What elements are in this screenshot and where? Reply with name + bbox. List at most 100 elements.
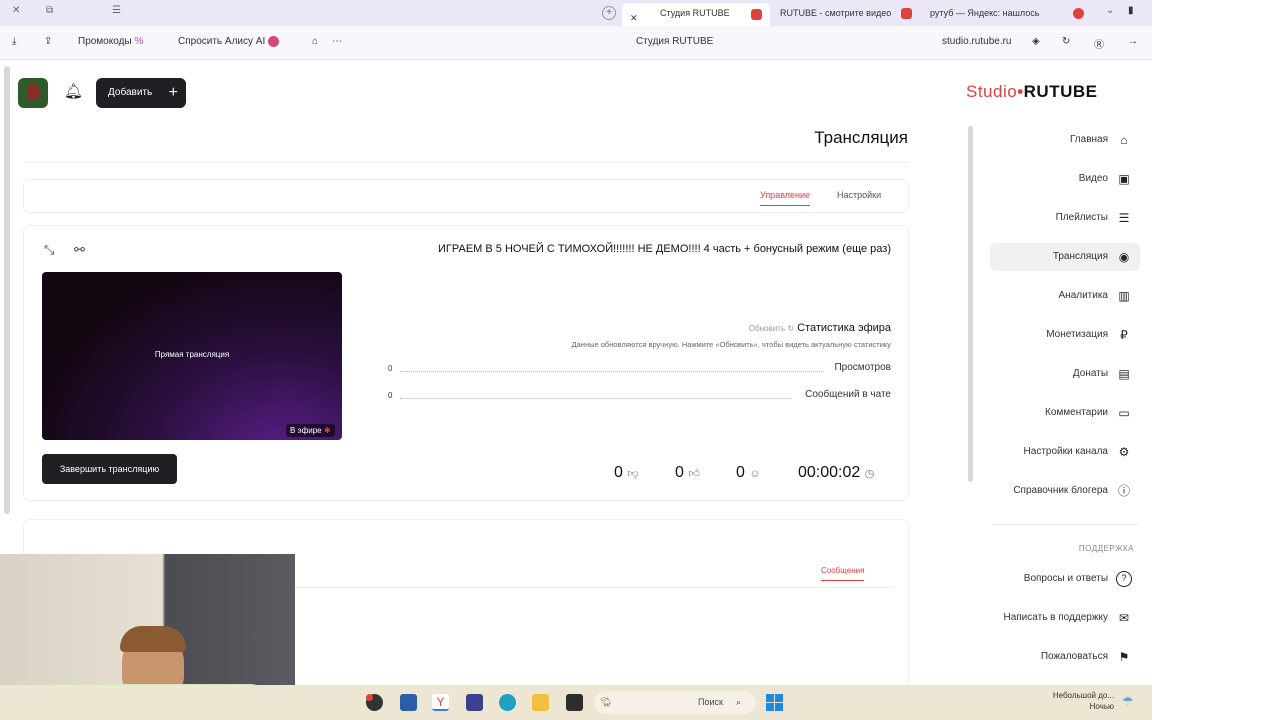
weather-line2: Ночью (1089, 702, 1114, 711)
dislike-icon: 👎︎ (627, 468, 639, 480)
sidebar-item-playlists[interactable]: Плейлисты ☰ (990, 204, 1140, 232)
comments-icon: ▭ (1118, 406, 1130, 420)
edge-icon[interactable] (499, 694, 516, 711)
live-badge-label: В эфире (290, 426, 322, 435)
bell-icon[interactable]: 🔔︎ (64, 82, 83, 100)
avatar[interactable] (18, 78, 48, 108)
sidebar-item-label: Трансляция (1052, 251, 1108, 262)
preview-label: Прямая трансляция (154, 350, 230, 359)
new-tab-icon[interactable]: + (602, 6, 616, 20)
views-value: 0 (388, 364, 393, 373)
sidebar-item-home[interactable]: Главная ⌂ (990, 126, 1140, 154)
clock-icon: ◷ (864, 468, 875, 480)
sidebar-item-donations[interactable]: Донаты ▤ (990, 360, 1140, 388)
add-button[interactable]: Добавить + (96, 78, 186, 108)
ask-alice-button[interactable]: Спросить Алису AI (178, 36, 280, 47)
sidebar-item-report[interactable]: Пожаловаться ⚑ (990, 643, 1140, 671)
folder-icon[interactable] (532, 694, 549, 711)
menu-icon[interactable]: ☰ (112, 5, 121, 16)
yandex-browser-taskbar-icon[interactable]: Y (432, 694, 449, 711)
yandex-favicon-icon (1073, 8, 1084, 19)
close-window-icon[interactable]: ✕ (12, 5, 20, 16)
back-arrow-icon[interactable]: → (1128, 36, 1138, 47)
tabs-card: Управление Настройки (24, 180, 908, 212)
analytics-icon: ▥ (1118, 289, 1130, 303)
sidebar-item-analytics[interactable]: Аналитика ▥ (990, 282, 1140, 310)
bookmark-icon[interactable]: ⌂ (312, 36, 318, 47)
plus-icon: + (168, 84, 178, 101)
promocodes-button[interactable]: Промокоды % (78, 36, 143, 47)
refresh-icon: ↻ (787, 324, 795, 333)
video-icon: ▣ (1118, 172, 1130, 186)
shield-icon[interactable]: ◈ (1032, 36, 1040, 47)
donations-icon: ▤ (1118, 367, 1130, 381)
tab-settings[interactable]: Настройки (837, 190, 881, 200)
reload-icon[interactable]: ↻ (1062, 36, 1070, 47)
stream-preview[interactable]: Прямая трансляция В эфире ✱ (42, 272, 342, 440)
search-icon: ⌕ (736, 697, 742, 707)
tab-yandex-search[interactable]: рутуб — Яндекс: нашлось (926, 3, 1086, 23)
chevron-down-icon[interactable]: ⌄ (1106, 5, 1114, 16)
title-divider (24, 162, 908, 163)
playlist-icon: ☰ (1118, 211, 1130, 225)
sidebar-scrollbar[interactable] (968, 126, 973, 482)
dislike-count: 0 (614, 464, 623, 481)
tab-rutube-studio[interactable]: ✕ Студия RUTUBE (622, 3, 770, 26)
address-bar[interactable]: studio.rutube.ru (942, 36, 1012, 47)
refresh-label: Обновить (748, 324, 786, 333)
windows-start-icon[interactable] (766, 694, 783, 711)
mail-app-icon[interactable] (466, 694, 483, 711)
sidebar-divider (992, 524, 1138, 525)
page-title: Трансляция (814, 128, 908, 147)
end-stream-button[interactable]: Завершить трансляцию (42, 454, 177, 484)
weather-widget[interactable]: Небольшой до... Ночью (1040, 690, 1114, 712)
sidebar-item-channel-settings[interactable]: Настройки канала ⚙ (990, 438, 1140, 466)
refresh-button[interactable]: Обновить ↻ (749, 324, 794, 333)
tab-overview-icon[interactable]: ⧉ (46, 5, 53, 16)
expand-icon[interactable]: ⤡ (44, 242, 54, 258)
sidebar-item-label: Вопросы и ответы (1023, 573, 1108, 584)
question-icon: ? (1116, 571, 1132, 587)
weather-line1: Небольшой до... (1052, 691, 1114, 700)
sidebar-item-support[interactable]: Написать в поддержку ✉ (990, 604, 1140, 632)
chat-label: Сообщений в чате (805, 389, 891, 400)
sidebar-item-blogger-guide[interactable]: Справочник блогера ⓘ (990, 477, 1140, 505)
search-placeholder: Поиск (698, 697, 723, 707)
duration-counter: 00:00:02 ◷ (798, 464, 874, 482)
stats-note: Данные обновляются вручную. Нажмите «Обн… (571, 340, 891, 349)
more-icon[interactable]: ⋯ (332, 36, 342, 47)
taskbar-search[interactable]: 🐪︎ Поиск ⌕ (594, 691, 756, 714)
sidebar-item-faq[interactable]: Вопросы и ответы? (990, 565, 1140, 593)
share-stream-icon[interactable]: ⚯ (74, 242, 85, 258)
promocodes-label: Промокоды (78, 36, 132, 47)
sidebar-item-label: Монетизация (1046, 329, 1108, 340)
sidebar-item-label: Плейлисты (1055, 212, 1108, 223)
tab-management[interactable]: Управление (760, 190, 811, 206)
sidebar-item-video[interactable]: Видео ▣ (990, 165, 1140, 193)
sidebar-item-label: Донаты (1072, 368, 1108, 379)
rutube-favicon-icon (751, 9, 762, 20)
share-icon[interactable]: ⇪ (44, 36, 52, 47)
tab-rutube-watch[interactable]: RUTUBE - смотрите видео (776, 3, 916, 23)
sidebar-item-label: Аналитика (1058, 290, 1109, 301)
stream-card: ⤡ ⚯ ИГРАЕМ В 5 НОЧЕЙ С ТИМОХОЙ!!!!!!! НЕ… (24, 226, 908, 500)
toolbar-page-title: Студия RUTUBE (636, 36, 714, 47)
app-icon[interactable] (566, 694, 583, 711)
recorder-icon[interactable] (366, 694, 383, 711)
sidebar-item-comments[interactable]: Комментарии ▭ (990, 399, 1140, 427)
close-tab-icon[interactable]: ✕ (630, 8, 638, 26)
add-button-label: Добавить (108, 87, 153, 98)
download-icon[interactable]: ⤓ (12, 36, 16, 47)
yandex-icon[interactable]: Ⓡ (1094, 36, 1104, 51)
sidebar-item-broadcast[interactable]: Трансляция ◉ (990, 243, 1140, 271)
views-label: Просмотров (834, 362, 891, 373)
rutube-studio-logo[interactable]: Studio•RUTUBE (966, 82, 1098, 102)
yandex-browser-icon[interactable]: ▮ (1128, 5, 1134, 16)
logo-studio: Studio (966, 82, 1018, 101)
sidebar-item-label: Видео (1078, 173, 1108, 184)
page-scrollbar[interactable] (4, 66, 10, 514)
sidebar-item-monetization[interactable]: Монетизация ₽ (990, 321, 1140, 349)
store-icon[interactable] (400, 694, 417, 711)
duration-value: 00:00:02 (798, 464, 861, 481)
tab-messages[interactable]: Сообщения (821, 566, 865, 581)
